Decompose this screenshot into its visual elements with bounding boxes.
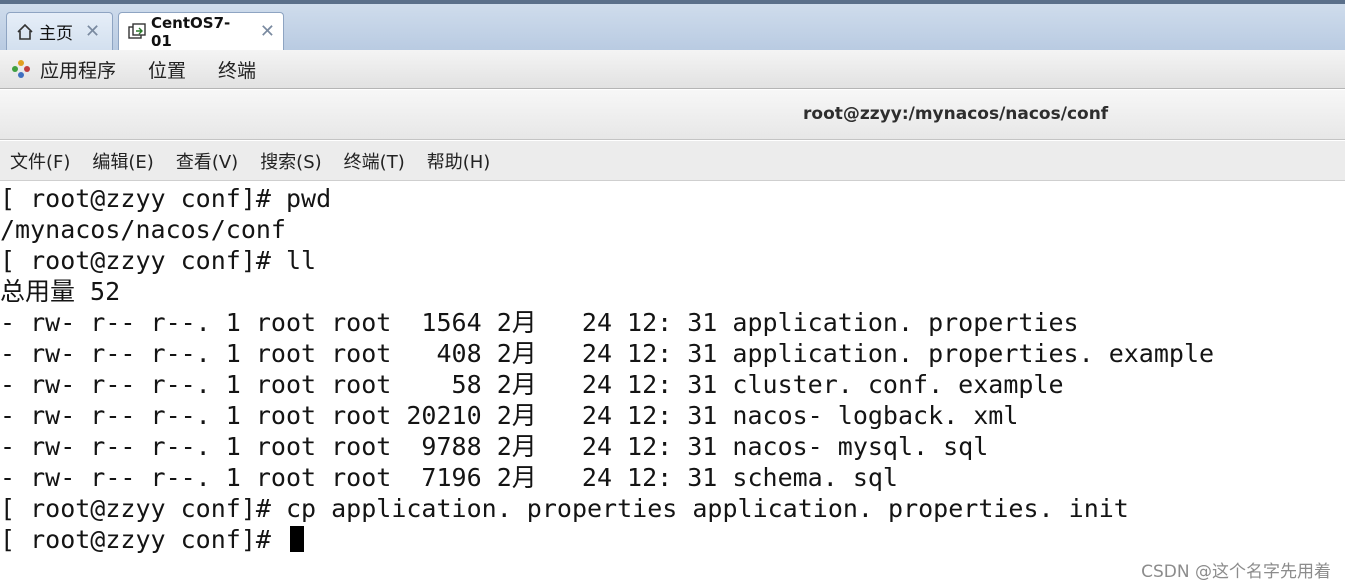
terminal-line: /mynacos/nacos/conf: [0, 215, 286, 244]
tab-centos-label: CentOS7-01: [151, 13, 231, 50]
menu-edit[interactable]: 编辑(E): [92, 148, 153, 174]
terminal-line: [ root@zzyy conf]# pwd: [0, 184, 332, 213]
menu-file[interactable]: 文件(F): [10, 148, 70, 174]
tab-centos7-01[interactable]: CentOS7-01 ✕: [118, 12, 284, 50]
applications-label: 应用程序: [40, 59, 117, 82]
applications-menu[interactable]: 应用程序: [10, 56, 116, 83]
applications-icon: [10, 58, 32, 80]
terminal-line: - rw- r-- r--. 1 root root 58 2月 24 12: …: [0, 370, 1064, 399]
terminal-line: [ root@zzyy conf]# cp application. prope…: [0, 494, 1129, 523]
terminal-prompt: [ root@zzyy conf]#: [0, 525, 286, 554]
terminal-menu[interactable]: 终端: [218, 56, 256, 83]
menu-search[interactable]: 搜索(S): [260, 148, 321, 174]
menu-help[interactable]: 帮助(H): [427, 148, 491, 174]
terminal-line: - rw- r-- r--. 1 root root 20210 2月 24 1…: [0, 401, 1019, 430]
vm-tab-strip: 主页 ✕ CentOS7-01 ✕: [0, 0, 1345, 50]
terminal-line: [ root@zzyy conf]# ll: [0, 246, 317, 275]
terminal-output[interactable]: [ root@zzyy conf]# pwd /mynacos/nacos/co…: [0, 181, 1345, 588]
tab-home[interactable]: 主页 ✕: [6, 12, 113, 50]
watermark: CSDN @这个名字先用着: [1141, 562, 1331, 582]
places-menu[interactable]: 位置: [148, 56, 186, 83]
terminal-line: - rw- r-- r--. 1 root root 1564 2月 24 12…: [0, 308, 1079, 337]
vm-icon: [127, 22, 147, 42]
tab-home-label: 主页: [39, 24, 73, 44]
terminal-line: - rw- r-- r--. 1 root root 9788 2月 24 12…: [0, 432, 989, 461]
places-label: 位置: [148, 59, 187, 82]
menu-terminal[interactable]: 终端(T): [344, 148, 405, 174]
terminal-menubar: 文件(F) 编辑(E) 查看(V) 搜索(S) 终端(T) 帮助(H): [0, 141, 1345, 181]
terminal-line: 总用量 52: [0, 277, 121, 306]
close-icon[interactable]: ✕: [85, 21, 100, 42]
terminal-line: - rw- r-- r--. 1 root root 7196 2月 24 12…: [0, 463, 898, 492]
window-title: root@zzyy:/mynacos/nacos/conf: [803, 104, 1109, 124]
window-title-bar[interactable]: root@zzyy:/mynacos/nacos/conf: [0, 90, 1345, 140]
gnome-top-panel: 应用程序 位置 终端: [0, 50, 1345, 89]
terminal-label: 终端: [218, 59, 257, 82]
terminal-cursor: [289, 526, 304, 552]
terminal-line: - rw- r-- r--. 1 root root 408 2月 24 12:…: [0, 339, 1215, 368]
home-icon: [15, 22, 35, 42]
close-icon[interactable]: ✕: [260, 21, 275, 42]
menu-view[interactable]: 查看(V): [176, 148, 238, 174]
terminal-prompt-line: [ root@zzyy conf]#: [0, 524, 304, 555]
